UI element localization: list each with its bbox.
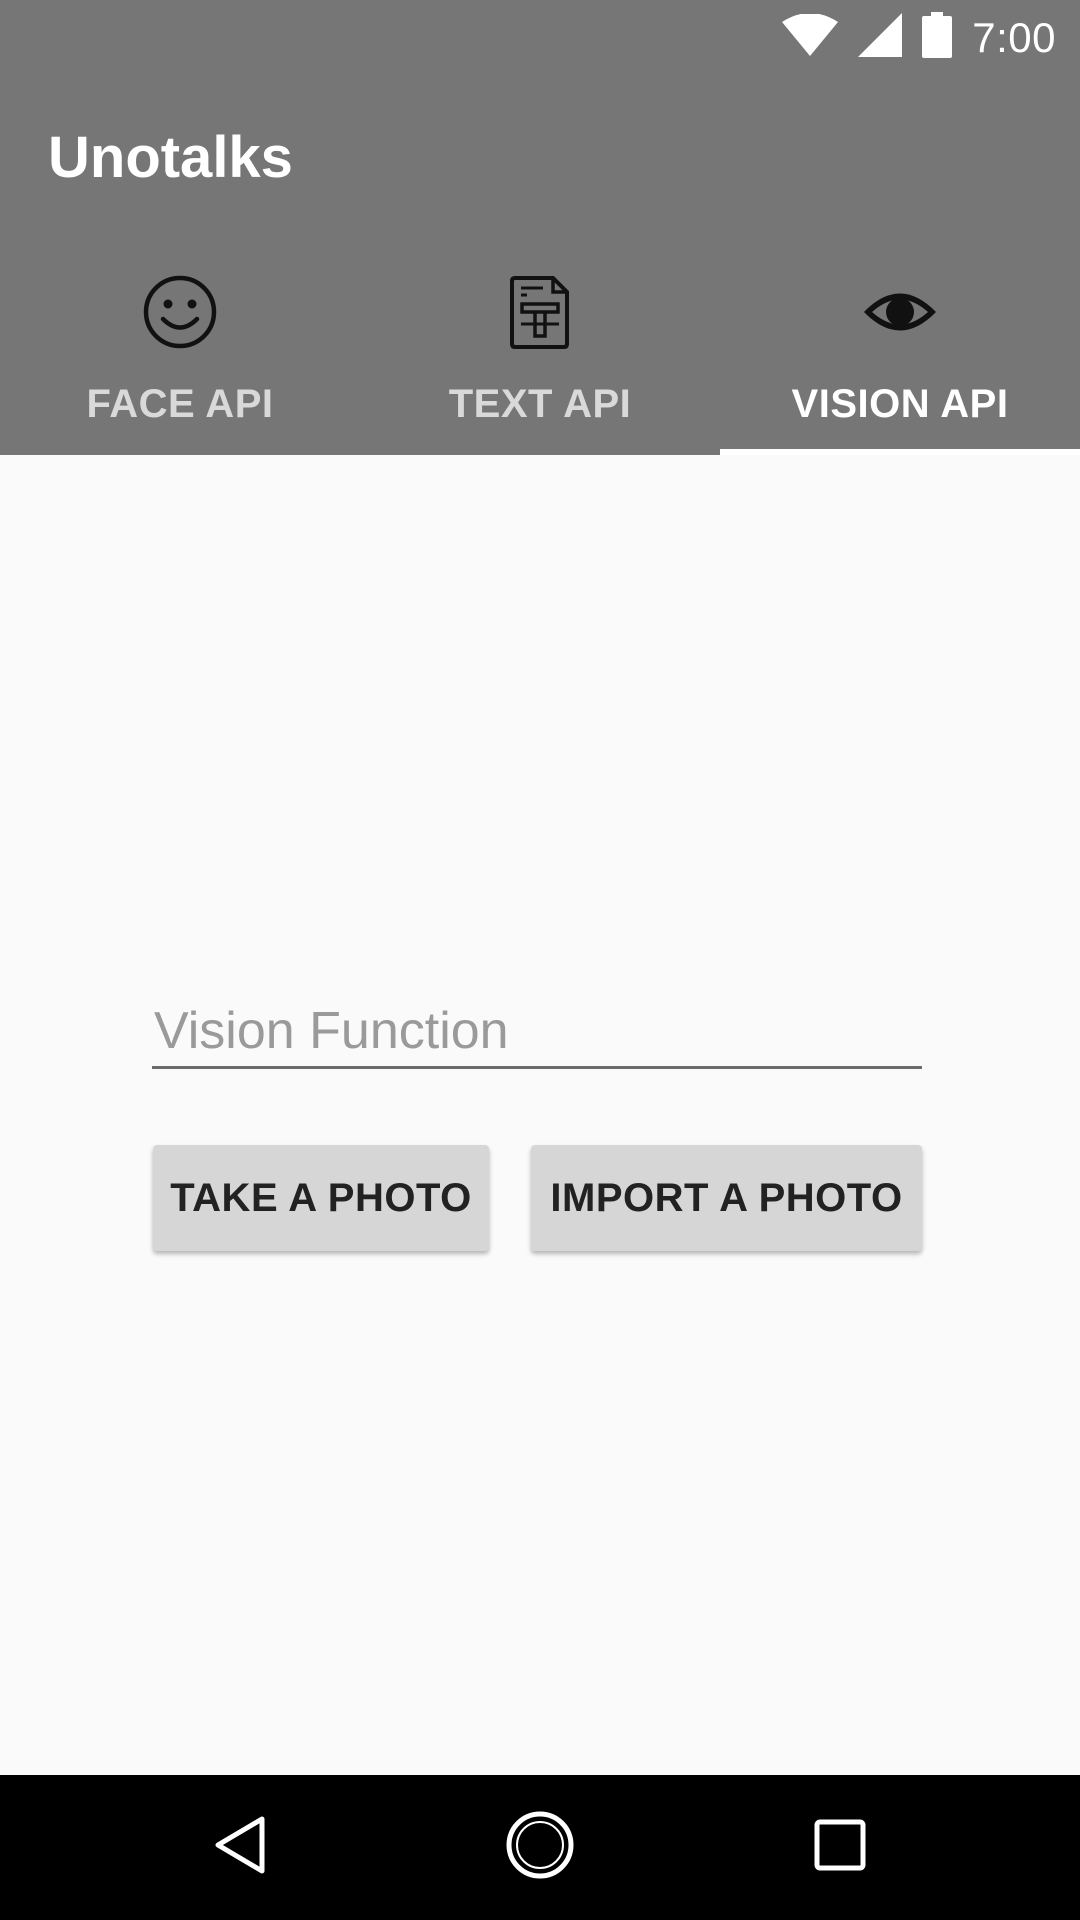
- home-button[interactable]: [460, 1775, 620, 1920]
- status-time: 7:00: [972, 13, 1056, 61]
- app-title: Unotalks: [48, 125, 293, 190]
- main-content: TAKE A PHOTO IMPORT A PHOTO: [0, 455, 1080, 1775]
- wifi-icon: [782, 13, 839, 61]
- recents-button[interactable]: [760, 1775, 920, 1920]
- tab-bar: FACE API TEXT API VISION API: [0, 245, 1080, 455]
- tab-label: VISION API: [791, 382, 1009, 426]
- tab-text-api[interactable]: TEXT API: [360, 245, 720, 455]
- tab-vision-api[interactable]: VISION API: [720, 245, 1080, 455]
- smiley-face-icon: [138, 270, 222, 354]
- take-photo-button[interactable]: TAKE A PHOTO: [153, 1145, 489, 1251]
- app-bar: 7:00 Unotalks FACE API TEXT API VISION A…: [0, 0, 1080, 455]
- status-bar: 7:00: [0, 0, 1080, 75]
- vision-function-field: [152, 995, 922, 1069]
- back-button[interactable]: [160, 1775, 320, 1920]
- tab-label: FACE API: [86, 382, 274, 426]
- eye-icon: [858, 270, 942, 354]
- text-document-icon: [498, 270, 582, 354]
- tab-face-api[interactable]: FACE API: [0, 245, 360, 455]
- battery-icon: [922, 12, 953, 63]
- back-icon: [212, 1815, 268, 1880]
- home-icon: [505, 1810, 575, 1885]
- signal-icon: [858, 13, 903, 62]
- import-photo-button[interactable]: IMPORT A PHOTO: [531, 1145, 922, 1251]
- vision-function-input[interactable]: [152, 995, 922, 1066]
- recents-icon: [813, 1818, 867, 1877]
- navigation-bar: [0, 1775, 1080, 1920]
- tab-label: TEXT API: [448, 382, 632, 426]
